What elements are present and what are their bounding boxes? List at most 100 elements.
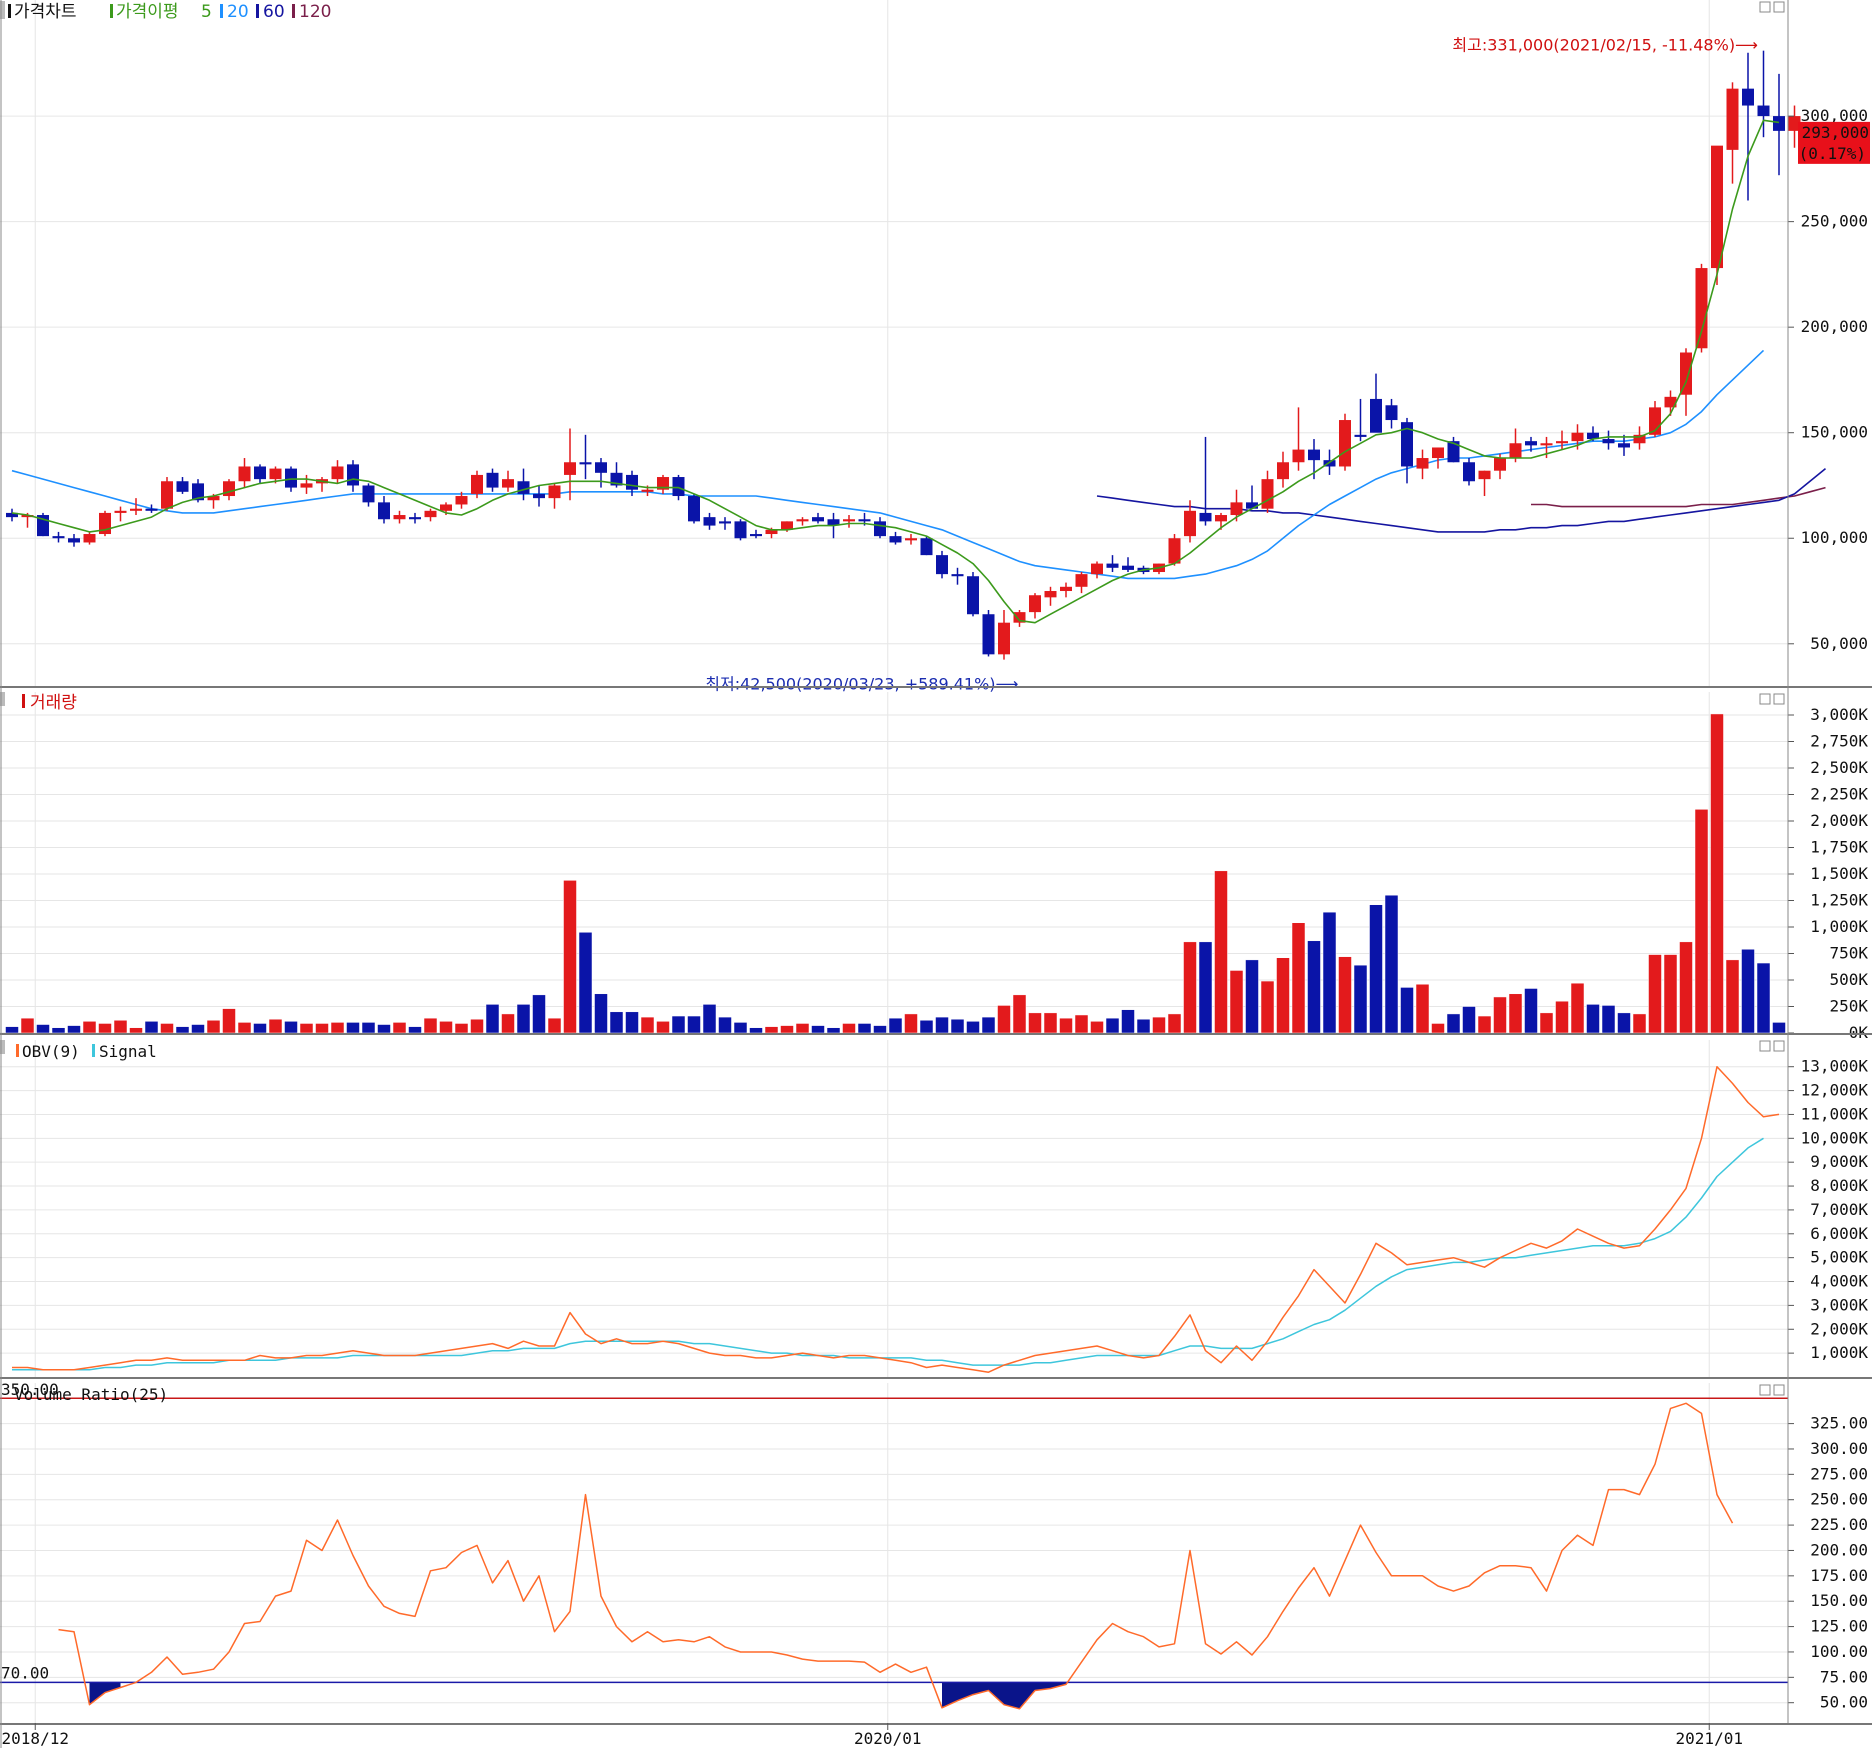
volume-bar: [253, 1023, 267, 1034]
candle-body: [889, 536, 902, 543]
candle-body: [1416, 458, 1429, 469]
volume-bar: [671, 1015, 686, 1034]
price-plot-area[interactable]: [0, 0, 1788, 686]
candle-body: [1370, 398, 1382, 433]
close-icon[interactable]: [1773, 1, 1785, 13]
volume-bar: [1431, 1023, 1445, 1034]
candle-body: [1184, 510, 1196, 537]
close-icon[interactable]: [1773, 1384, 1785, 1396]
candle-body: [238, 466, 251, 482]
volume-bar: [1725, 959, 1740, 1034]
obv-tick-label: 9,000K: [1810, 1152, 1868, 1171]
candle-body: [1122, 565, 1134, 570]
volume-bar: [1632, 1013, 1647, 1034]
candle-body: [1091, 563, 1103, 575]
volume-plot-area[interactable]: [0, 692, 1788, 1033]
volume-bar: [1043, 1012, 1058, 1034]
candle-body: [130, 508, 142, 511]
candle-body: [1308, 449, 1320, 461]
candle-body: [641, 489, 654, 492]
volume-bar: [1059, 1017, 1073, 1034]
candle-body: [1757, 105, 1770, 117]
obv-legend-obv: OBV(9): [22, 1042, 80, 1061]
volume-ratio-tick-label: 175.00: [1810, 1566, 1868, 1585]
volume-bar: [1710, 713, 1724, 1034]
volume-legend-title: 거래량: [30, 693, 77, 713]
candle-body: [223, 481, 235, 497]
candle-body: [1680, 352, 1692, 395]
volume-bar: [1152, 1016, 1166, 1034]
obv-tick-label: 8,000K: [1810, 1176, 1868, 1195]
close-icon[interactable]: [1773, 1040, 1785, 1052]
candle-body: [52, 536, 65, 539]
volume-ratio-plot-area[interactable]: [0, 1383, 1788, 1723]
volume-bar: [997, 1005, 1011, 1034]
minimize-icon[interactable]: [1759, 1040, 1771, 1052]
obv-y-axis: 13,000K 12,000K 11,000K 10,000K 9,000K 8,000K…: [1788, 1057, 1868, 1362]
volume-bar: [206, 1020, 221, 1034]
volume-bar: [454, 1023, 469, 1034]
volume-tick-label: 2,000K: [1810, 811, 1868, 830]
candle-body: [1199, 512, 1212, 522]
volume-bar: [1167, 1013, 1182, 1034]
candle-body: [998, 622, 1010, 655]
candle: [734, 519, 747, 541]
volume-tick-label: 3,000K: [1810, 705, 1868, 724]
volume-bar: [1400, 987, 1414, 1034]
volume-bar: [1663, 954, 1678, 1034]
volume-bar: [981, 1016, 996, 1034]
close-icon[interactable]: [1773, 693, 1785, 705]
volume-bar: [501, 1013, 515, 1034]
date-tick-label: 2018/12: [2, 1729, 69, 1748]
volume-bar: [609, 1011, 624, 1034]
volume-bar: [191, 1024, 205, 1034]
volume-bar: [857, 1023, 872, 1034]
obv-legend-signal: Signal: [99, 1042, 157, 1061]
volume-bar: [82, 1021, 97, 1034]
volume-ratio-tick-label: 125.00: [1810, 1617, 1868, 1636]
price-legend-ma-label: 가격이평: [116, 2, 179, 22]
candle-body: [548, 485, 561, 499]
date-x-axis: 2018/12 2020/01 2021/01: [2, 1723, 1743, 1748]
minimize-icon[interactable]: [1759, 1384, 1771, 1396]
candle-body: [1044, 591, 1057, 598]
candle-body: [1385, 405, 1398, 421]
volume-tick-label: 1,250K: [1810, 891, 1868, 910]
candle-body: [68, 538, 80, 543]
candle-body: [672, 477, 685, 497]
volume-bar: [718, 1016, 732, 1034]
candle-body: [145, 508, 158, 511]
volume-bar: [408, 1026, 422, 1034]
candle-body: [967, 576, 979, 615]
volume-bar: [1353, 964, 1368, 1034]
volume-bar: [1617, 1012, 1631, 1034]
candle-body: [843, 519, 855, 522]
volume-bar: [1369, 904, 1383, 1034]
volume-bar: [1524, 988, 1538, 1034]
volume-bar: [129, 1027, 143, 1034]
minimize-icon[interactable]: [1759, 693, 1771, 705]
volume-ratio-tick-label: 200.00: [1810, 1540, 1868, 1559]
minimize-icon[interactable]: [1759, 1, 1771, 13]
volume-bar: [1307, 940, 1321, 1034]
volume-bar: [888, 1017, 903, 1034]
candle-body: [1354, 434, 1367, 437]
candle-body: [1261, 479, 1274, 509]
candle: [1339, 413, 1351, 471]
volume-bar: [1586, 1004, 1600, 1034]
candle-body: [455, 496, 468, 505]
volume-bar: [1493, 996, 1507, 1034]
candle-body: [874, 521, 886, 537]
candle: [982, 610, 995, 657]
legend-ma5: 5: [201, 2, 212, 22]
candle-body: [1463, 462, 1475, 482]
volume-tick-label: 2,750K: [1810, 732, 1868, 751]
volume-bar: [1648, 954, 1662, 1034]
volume-ratio-tick-label: 275.00: [1810, 1464, 1868, 1483]
volume-tick-label: 1,750K: [1810, 838, 1868, 857]
candle-body: [1711, 145, 1723, 269]
volume-bar: [361, 1022, 376, 1034]
volume-bar: [1214, 870, 1228, 1034]
volume-bar: [5, 1026, 19, 1034]
volume-bar: [640, 1016, 655, 1034]
